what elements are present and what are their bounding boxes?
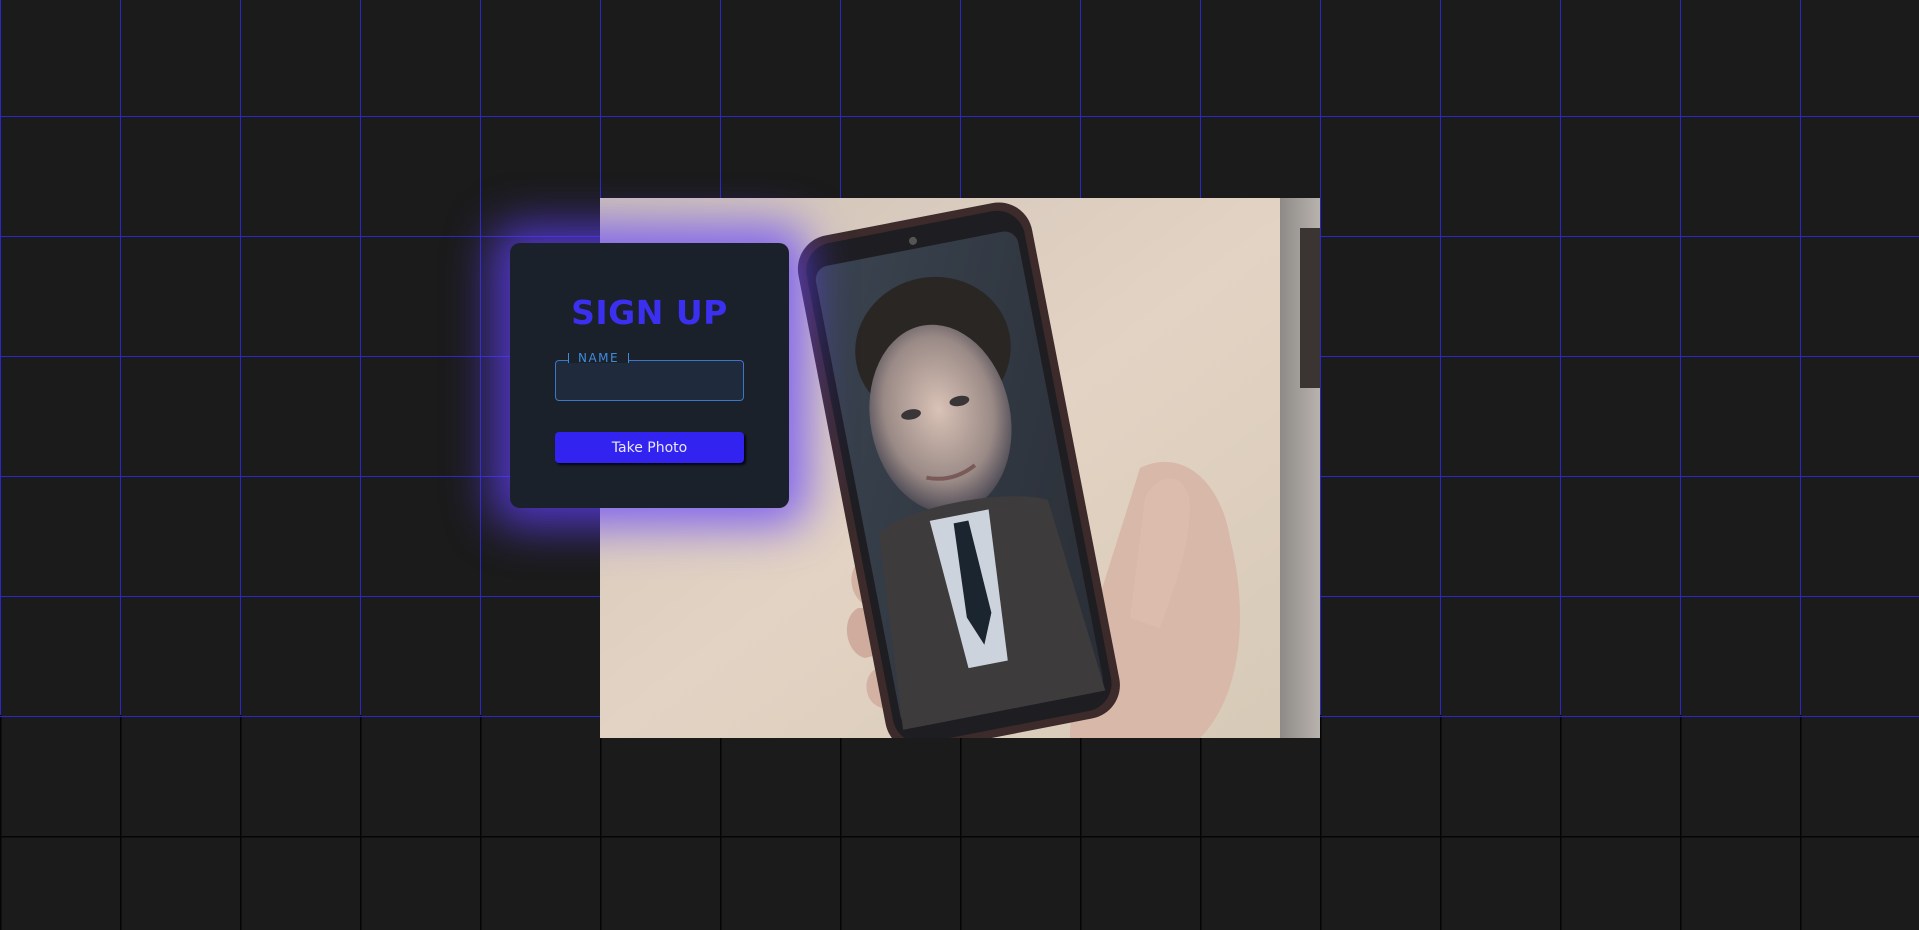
app-stage: SIGN UP NAME Take Photo [0, 0, 1919, 930]
signup-title: SIGN UP [571, 293, 728, 332]
name-input[interactable] [556, 361, 743, 400]
name-field[interactable]: NAME [555, 351, 744, 401]
signup-card: SIGN UP NAME Take Photo [510, 243, 789, 508]
take-photo-button[interactable]: Take Photo [555, 432, 744, 463]
